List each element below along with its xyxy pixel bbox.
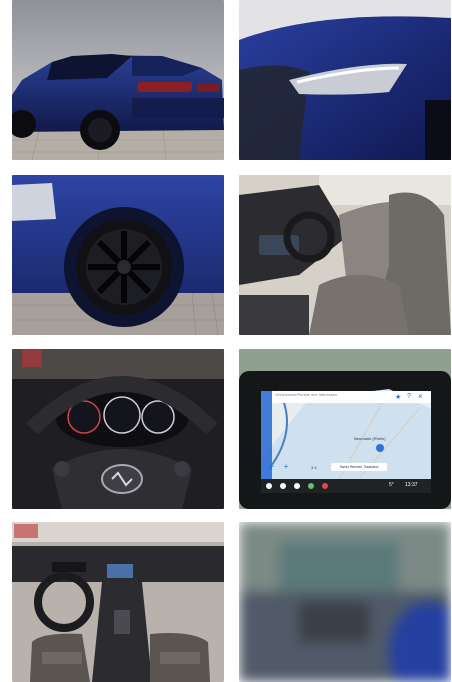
- temperature-readout: 5°: [389, 482, 394, 488]
- nav-street-label: Sankt Wendel, Saarland: [331, 463, 387, 471]
- dashboard-image: [12, 522, 224, 682]
- infotainment-frame: [239, 349, 451, 509]
- headlight-image: [239, 0, 451, 160]
- help-icon[interactable]: ?: [407, 393, 411, 400]
- photo-wheel-closeup[interactable]: [12, 175, 224, 335]
- nav-poi-label: Neumarkt (Rhein): [354, 436, 386, 441]
- photo-rear-three-quarter[interactable]: [12, 0, 224, 160]
- nav-distance: 3.4: [311, 465, 317, 470]
- photo-steering-wheel-cluster[interactable]: [12, 349, 224, 509]
- photo-headlight-closeup[interactable]: [239, 0, 451, 160]
- zoom-in-button[interactable]: +: [279, 462, 293, 471]
- zoom-out-button[interactable]: −: [265, 462, 279, 471]
- photo-dashboard-overview[interactable]: [12, 522, 224, 682]
- car-exterior-rear-image: [12, 0, 224, 160]
- nav-search-field[interactable]: Ort/Adresse/Punkte des Interesses: [275, 392, 385, 402]
- star-icon[interactable]: ★: [395, 393, 401, 401]
- photo-blurred-detail[interactable]: [239, 522, 451, 682]
- close-icon[interactable]: ×: [418, 392, 423, 401]
- steering-wheel-image: [12, 349, 224, 509]
- wheel-image: [12, 175, 224, 335]
- blurred-image: [239, 522, 451, 682]
- photo-interior-front-seats[interactable]: [239, 175, 451, 335]
- nav-toolbar: ★ ? ×: [389, 392, 429, 401]
- photo-infotainment-navigation[interactable]: Ort/Adresse/Punkte des Interesses ★ ? × …: [239, 349, 451, 509]
- clock-readout: 13:37: [405, 482, 418, 488]
- interior-seats-image: [239, 175, 451, 335]
